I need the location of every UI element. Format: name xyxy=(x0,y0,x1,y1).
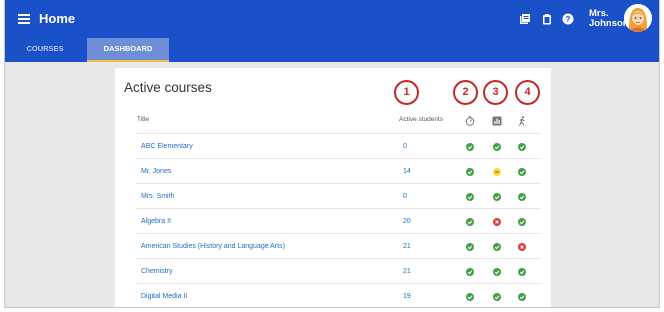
active-students-link[interactable]: 21 xyxy=(403,243,411,250)
chart-status-ok-icon xyxy=(493,143,501,151)
active-students-link[interactable]: 0 xyxy=(403,143,407,150)
callout-2: 2 xyxy=(453,80,478,105)
course-title-link[interactable]: Mrs. Smith xyxy=(141,193,174,200)
activity-status-ok-icon xyxy=(518,168,526,176)
library-icon[interactable] xyxy=(519,13,531,25)
bar-chart-icon xyxy=(492,113,502,126)
timer-status-ok-icon xyxy=(466,193,474,201)
chart-status-warn-icon xyxy=(493,168,501,176)
active-students-link[interactable]: 0 xyxy=(403,193,407,200)
course-title-link[interactable]: Algebra II xyxy=(141,218,171,225)
course-title-link[interactable]: American Studies (History and Language A… xyxy=(141,243,285,250)
page-title: Home xyxy=(39,11,76,26)
card-title: Active courses xyxy=(124,80,212,95)
tab-bar: COURSES DASHBOARD xyxy=(5,38,659,62)
table-row[interactable]: Mr. Jones 14 xyxy=(136,158,541,183)
walking-icon xyxy=(517,113,527,126)
column-header-title: Title xyxy=(137,116,150,123)
help-icon[interactable]: ? xyxy=(562,13,574,25)
tab-dashboard[interactable]: DASHBOARD xyxy=(87,38,169,62)
timer-status-ok-icon xyxy=(466,268,474,276)
menu-icon[interactable] xyxy=(18,14,30,24)
active-students-link[interactable]: 21 xyxy=(403,268,411,275)
chart-status-ok-icon xyxy=(493,193,501,201)
active-students-link[interactable]: 20 xyxy=(403,218,411,225)
avatar[interactable] xyxy=(624,4,652,32)
active-students-link[interactable]: 14 xyxy=(403,168,411,175)
table-row[interactable]: Digital Media II 19 xyxy=(136,283,541,307)
course-title-link[interactable]: Chemistry xyxy=(141,268,173,275)
activity-status-ok-icon xyxy=(518,293,526,301)
timer-status-ok-icon xyxy=(466,218,474,226)
app-window: Home ? Mrs. Johnson COURSES DASHBOARD Ac… xyxy=(4,0,660,308)
timer-status-ok-icon xyxy=(466,168,474,176)
course-title-link[interactable]: ABC Elementary xyxy=(141,143,193,150)
user-name: Mrs. Johnson xyxy=(589,8,629,29)
chart-status-error-icon xyxy=(493,218,501,226)
activity-status-ok-icon xyxy=(518,193,526,201)
table-row[interactable]: American Studies (History and Language A… xyxy=(136,233,541,258)
active-students-link[interactable]: 19 xyxy=(403,293,411,300)
table-row[interactable]: Chemistry 21 xyxy=(136,258,541,283)
clipboard-icon[interactable] xyxy=(541,13,553,25)
timer-status-ok-icon xyxy=(466,243,474,251)
callout-1: 1 xyxy=(394,80,419,105)
table-row[interactable]: ABC Elementary 0 xyxy=(136,133,541,158)
column-header-students: Active students xyxy=(399,116,444,123)
table-row[interactable]: Algebra II 20 xyxy=(136,208,541,233)
chart-status-ok-icon xyxy=(493,243,501,251)
chart-status-ok-icon xyxy=(493,268,501,276)
svg-text:?: ? xyxy=(566,15,571,24)
timer-status-ok-icon xyxy=(466,143,474,151)
timer-status-ok-icon xyxy=(466,293,474,301)
timer-icon xyxy=(465,113,475,126)
table-row[interactable]: Mrs. Smith 0 xyxy=(136,183,541,208)
callout-3: 3 xyxy=(483,80,508,105)
top-app-bar: Home ? Mrs. Johnson xyxy=(5,0,659,38)
course-title-link[interactable]: Digital Media II xyxy=(141,293,187,300)
activity-status-error-icon xyxy=(518,243,526,251)
chart-status-ok-icon xyxy=(493,293,501,301)
callout-4: 4 xyxy=(515,80,540,105)
activity-status-ok-icon xyxy=(518,143,526,151)
tab-courses[interactable]: COURSES xyxy=(19,38,71,62)
activity-status-ok-icon xyxy=(518,268,526,276)
activity-status-ok-icon xyxy=(518,218,526,226)
course-title-link[interactable]: Mr. Jones xyxy=(141,168,171,175)
